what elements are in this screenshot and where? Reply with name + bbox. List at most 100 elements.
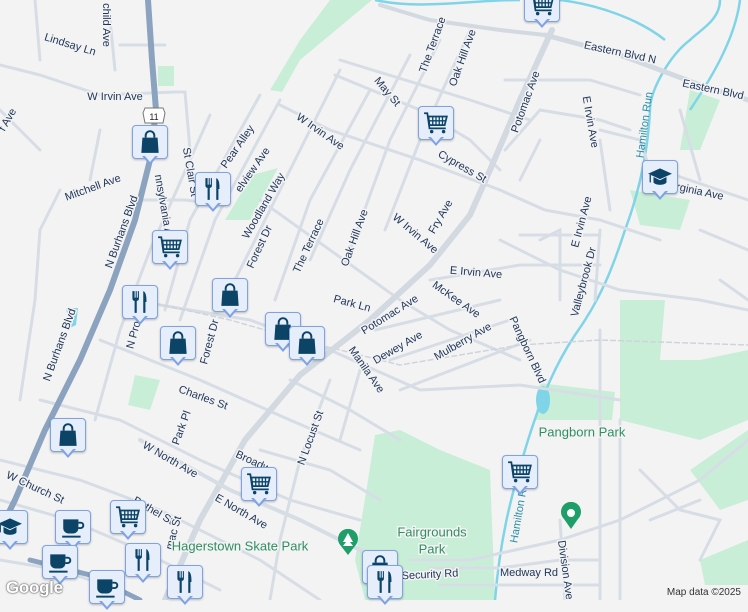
shopping-bag-icon xyxy=(137,129,163,155)
shopping-bag-icon xyxy=(217,282,243,308)
top-road xyxy=(378,3,547,37)
street-label: Mitchell Ave xyxy=(63,172,122,203)
cafe-poi-marker[interactable] xyxy=(89,570,127,612)
street-label: Park Ln xyxy=(332,293,372,314)
coffee-cup-icon xyxy=(60,514,86,540)
park-label: Park xyxy=(419,541,446,556)
grocery-poi-marker[interactable] xyxy=(502,455,540,497)
marker-box xyxy=(122,285,158,319)
fork-knife-icon xyxy=(200,176,226,202)
park-north-strip xyxy=(270,0,372,92)
park-tree-icon[interactable] xyxy=(337,529,359,557)
school-poi-marker[interactable] xyxy=(0,510,30,552)
waterway-label: Hamilton Run xyxy=(634,91,655,159)
location-pin-icon[interactable] xyxy=(560,502,582,530)
fork-knife-icon xyxy=(127,289,153,315)
park-east-top xyxy=(680,90,720,150)
marker-box xyxy=(160,326,196,360)
shopping-cart-icon xyxy=(529,0,555,18)
street-label: Forest Dr xyxy=(198,318,222,366)
marker-box xyxy=(241,467,277,501)
marker-box xyxy=(132,125,168,159)
park-label: Fairgrounds xyxy=(397,524,467,539)
shopping-poi-marker[interactable] xyxy=(212,278,250,320)
marker-tip-fill xyxy=(143,155,156,162)
marker-box xyxy=(642,160,678,194)
park-east xyxy=(690,430,748,510)
marker-tip-fill xyxy=(535,18,548,25)
graduation-cap-icon xyxy=(647,164,673,190)
street-label: Oak Hill Ave xyxy=(447,28,479,88)
marker-box xyxy=(42,545,78,579)
marker-tip-fill xyxy=(178,595,191,602)
coffee-cup-icon xyxy=(47,549,73,575)
shopping-poi-marker[interactable] xyxy=(132,125,170,167)
marker-tip-fill xyxy=(136,573,149,580)
route-11-shield: 11 xyxy=(142,107,166,124)
street-label: Eastern Blvd N xyxy=(583,39,657,66)
street-label: E Irvin Ave xyxy=(569,195,594,249)
marker-tip-fill xyxy=(252,497,265,504)
street-label: Lindsay Ln xyxy=(43,31,97,58)
marker-tip-fill xyxy=(206,202,219,209)
shopping-poi-marker[interactable] xyxy=(289,326,327,368)
grocery-poi-marker[interactable] xyxy=(418,106,456,148)
marker-tip-fill xyxy=(163,260,176,267)
street-label: E Irvin Ave xyxy=(580,95,601,149)
park-skate xyxy=(128,375,160,410)
marker-box xyxy=(502,455,538,489)
marker-box xyxy=(167,565,203,599)
street-label: N Locust St xyxy=(296,409,327,467)
coffee-cup-icon xyxy=(94,574,120,600)
marker-box xyxy=(0,510,28,544)
shopping-poi-marker[interactable] xyxy=(160,326,198,368)
street-label: Dewey Ave xyxy=(371,329,424,367)
park-east-strip xyxy=(620,300,748,440)
marker-tip-fill xyxy=(3,540,16,547)
grocery-poi-marker[interactable] xyxy=(524,0,562,30)
street-label: Oak Hill Ave xyxy=(339,208,371,268)
marker-box xyxy=(195,172,231,206)
marker-box xyxy=(367,565,403,599)
park-label: Pangborn Park xyxy=(539,424,626,439)
street-label: f Ave xyxy=(0,106,19,133)
restaurant-poi-marker[interactable] xyxy=(167,565,205,607)
google-logo[interactable]: Google xyxy=(6,578,63,598)
marker-tip-fill xyxy=(276,342,289,349)
street-label: E Irvin Ave xyxy=(449,265,502,282)
restaurant-poi-marker[interactable] xyxy=(122,285,160,327)
fork-knife-icon xyxy=(172,569,198,595)
restaurant-poi-marker[interactable] xyxy=(125,543,163,585)
street-label: W Irvin Ave xyxy=(87,91,142,103)
grocery-poi-marker[interactable] xyxy=(152,230,190,272)
school-poi-marker[interactable] xyxy=(642,160,680,202)
grocery-poi-marker[interactable] xyxy=(241,467,279,509)
marker-tip-fill xyxy=(653,190,666,197)
marker-box xyxy=(212,278,248,312)
graduation-cap-icon xyxy=(0,514,23,540)
marker-box xyxy=(55,510,91,544)
shopping-cart-icon xyxy=(115,504,141,530)
shopping-bag-icon xyxy=(294,330,320,356)
shopping-cart-icon xyxy=(157,234,183,260)
marker-tip-fill xyxy=(513,485,526,492)
marker-tip-fill xyxy=(100,600,113,607)
street-label: child Ave xyxy=(100,3,112,47)
street-label: Park Pl xyxy=(170,409,193,446)
marker-tip-fill xyxy=(300,356,313,363)
street-label: Charles St xyxy=(177,383,229,412)
street-label: The Terrace xyxy=(417,15,448,74)
marker-tip-fill xyxy=(171,356,184,363)
marker-tip-fill xyxy=(61,448,74,455)
street-label: Medway Rd xyxy=(500,567,558,579)
restaurant-poi-marker[interactable] xyxy=(367,565,405,607)
svg-text:11: 11 xyxy=(149,112,158,122)
marker-tip-fill xyxy=(223,308,236,315)
grocery-poi-marker[interactable] xyxy=(110,500,148,542)
shopping-poi-marker[interactable] xyxy=(50,418,88,460)
street-label: Pangborn Blvd xyxy=(506,315,547,385)
marker-box xyxy=(152,230,188,264)
map-data-credit[interactable]: Map data ©2025 xyxy=(663,587,744,598)
shopping-bag-icon xyxy=(55,422,81,448)
restaurant-poi-marker[interactable] xyxy=(195,172,233,214)
